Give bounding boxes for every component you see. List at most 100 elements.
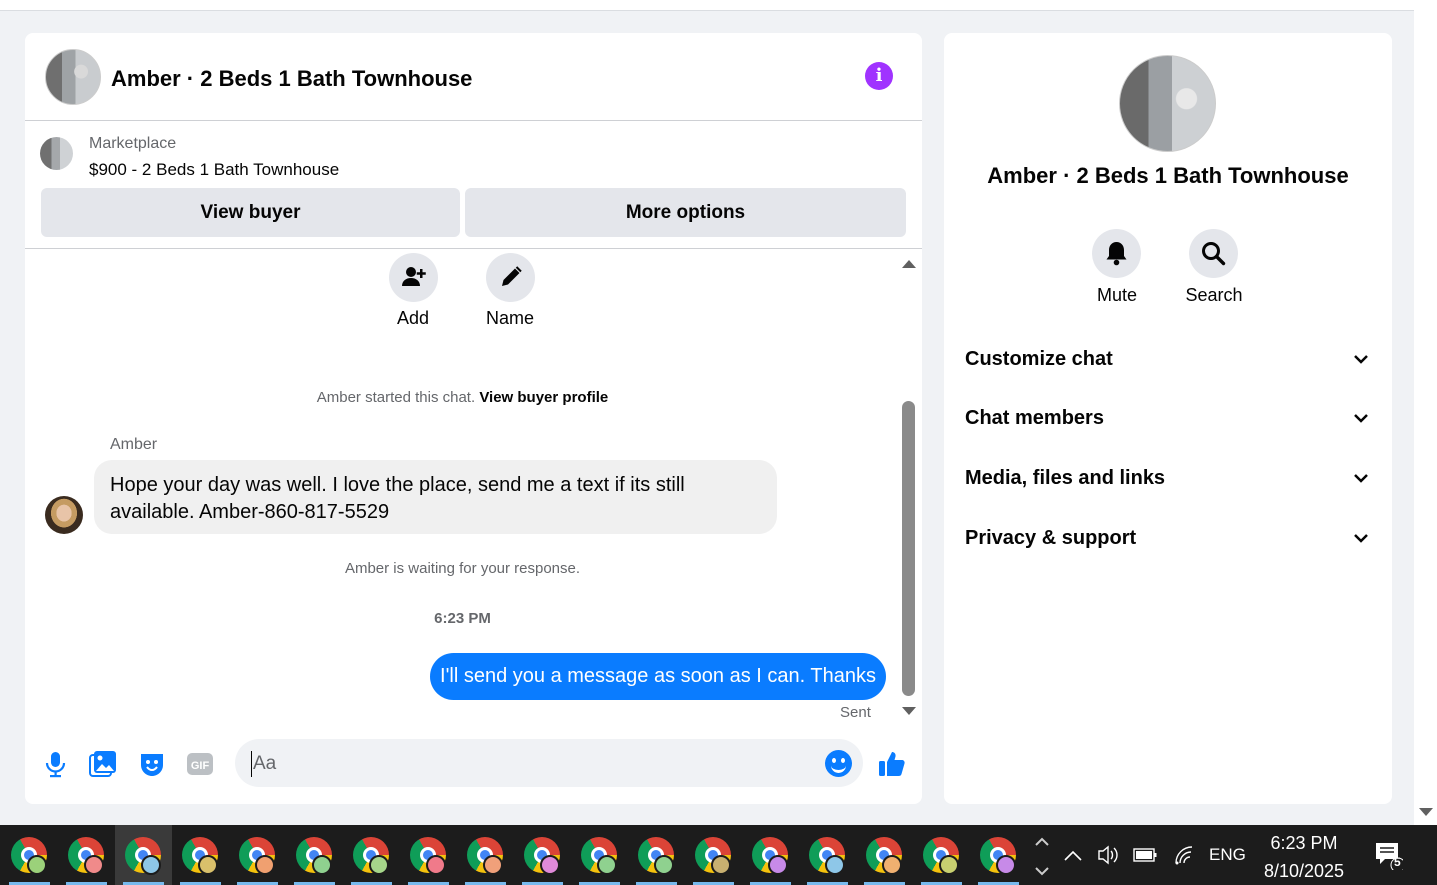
photo-icon[interactable] [88,749,118,779]
profile-badge-icon [198,855,218,875]
customize-chat-section[interactable]: Customize chat [965,340,1371,380]
sent-status: Sent [840,704,871,721]
scroll-up-arrow[interactable] [902,260,916,268]
profile-badge-icon [483,855,503,875]
taskbar-chrome-icon[interactable] [1,825,58,885]
chat-members-section[interactable]: Chat members [965,399,1371,439]
add-label: Add [396,308,430,328]
taskbar-chrome-icon[interactable] [742,825,799,885]
taskbar-chrome-icon[interactable] [685,825,742,885]
notification-icon[interactable]: 5 [1373,840,1406,873]
search-label: Search [1185,285,1243,305]
message-thread[interactable]: Add Name Amber started this chat. View b… [25,250,922,732]
taskbar-chrome-icon[interactable] [571,825,628,885]
info-icon[interactable]: i [865,62,893,90]
outgoing-message-bubble[interactable]: I'll send you a message as soon as I can… [430,653,886,700]
clock-date: 8/10/2025 [1263,861,1345,881]
volume-icon[interactable] [1096,825,1120,885]
pencil-icon[interactable] [486,253,535,302]
message-input[interactable] [251,751,811,777]
battery-icon[interactable] [1131,825,1159,885]
sender-name: Amber [110,436,158,453]
taskbar-chrome-icon[interactable] [58,825,115,885]
clock[interactable]: 6:23 PM 8/10/2025 [1245,831,1363,883]
taskbar-scroll[interactable] [1030,825,1054,885]
thumbs-up-icon[interactable] [877,749,907,779]
avatar[interactable] [1119,55,1216,152]
taskbar-chrome-icon[interactable] [343,825,400,885]
taskbar-chrome-icon[interactable] [970,825,1027,885]
chevron-down-icon [1351,349,1371,369]
listing-title[interactable]: $900 - 2 Beds 1 Bath Townhouse [89,160,339,180]
wifi-icon[interactable] [1172,825,1196,885]
taskbar-chrome-icon[interactable] [400,825,457,885]
taskbar-chrome-icon[interactable] [229,825,286,885]
microphone-icon[interactable] [41,749,71,779]
taskbar-chrome-icon[interactable] [856,825,913,885]
taskbar-chrome-icon[interactable] [514,825,571,885]
chevron-down-icon [1351,528,1371,548]
taskbar-chrome-icon[interactable] [286,825,343,885]
view-buyer-profile-link[interactable]: View buyer profile [479,389,608,406]
section-label: Media, files and links [965,467,1166,489]
svg-text:GIF: GIF [191,760,210,772]
avatar[interactable] [45,496,83,534]
language-indicator[interactable]: ENG [1209,825,1246,885]
windows-taskbar: ENG 6:23 PM 8/10/2025 5 [0,825,1437,885]
message-timestamp: 6:23 PM [434,610,491,627]
scroll-down-arrow[interactable] [902,707,916,715]
profile-badge-icon [84,855,104,875]
conversation-info-panel: Amber · 2 Beds 1 Bath Townhouse Mute Sea… [944,33,1392,804]
profile-badge-icon [825,855,845,875]
profile-badge-icon [255,855,275,875]
chevron-up-icon[interactable] [1062,825,1084,885]
chevron-down-icon [1351,468,1371,488]
scrollbar-thumb[interactable] [902,401,915,696]
taskbar-chrome-icon[interactable] [913,825,970,885]
name-label: Name [485,308,534,328]
profile-badge-icon [27,855,47,875]
marketplace-listing-card: Marketplace $900 - 2 Beds 1 Bath Townhou… [25,121,922,249]
taskbar-chrome-icon[interactable] [628,825,685,885]
bell-icon[interactable] [1092,229,1141,278]
gif-icon[interactable]: GIF [185,749,215,779]
profile-badge-icon [369,855,389,875]
marketplace-label: Marketplace [89,135,177,152]
taskbar-chrome-icon[interactable] [115,825,172,885]
view-buyer-button[interactable]: View buyer [41,188,460,237]
notification-count: 5 [1394,855,1401,869]
chat-panel: Amber · 2 Beds 1 Bath Townhouse i Market… [25,33,922,804]
sticker-icon[interactable] [137,749,167,779]
profile-badge-icon [711,855,731,875]
thread-scrollbar[interactable] [901,250,917,732]
taskbar-chrome-icon[interactable] [799,825,856,885]
taskbar-chrome-icon[interactable] [172,825,229,885]
emoji-icon[interactable] [825,750,852,777]
section-label: Customize chat [965,348,1113,370]
privacy-support-section[interactable]: Privacy & support [965,519,1371,559]
media-files-links-section[interactable]: Media, files and links [965,459,1371,499]
info-title: Amber · 2 Beds 1 Bath Townhouse [987,163,1349,188]
taskbar-chrome-icon[interactable] [457,825,514,885]
message-input-box[interactable] [235,739,863,787]
page-scrollbar[interactable] [1414,0,1437,825]
more-options-button[interactable]: More options [465,188,906,237]
profile-badge-icon [540,855,560,875]
add-person-icon[interactable] [389,253,438,302]
profile-badge-icon [882,855,902,875]
scroll-down-arrow[interactable] [1419,808,1433,816]
conversation-avatar[interactable] [45,49,101,105]
chat-title[interactable]: Amber · 2 Beds 1 Bath Townhouse [111,66,472,92]
search-icon[interactable] [1189,229,1238,278]
section-label: Privacy & support [965,527,1137,549]
chat-header: Amber · 2 Beds 1 Bath Townhouse i [25,33,922,121]
listing-thumbnail[interactable] [40,137,73,170]
profile-badge-icon [654,855,674,875]
incoming-message-bubble[interactable]: Hope your day was well. I love the place… [94,460,777,534]
chat-started-text: Amber started this chat. [316,389,476,406]
message-composer: GIF [25,732,922,804]
profile-badge-icon [939,855,959,875]
profile-badge-icon [996,855,1016,875]
browser-top-strip [0,0,1414,11]
mute-label: Mute [1096,285,1138,305]
